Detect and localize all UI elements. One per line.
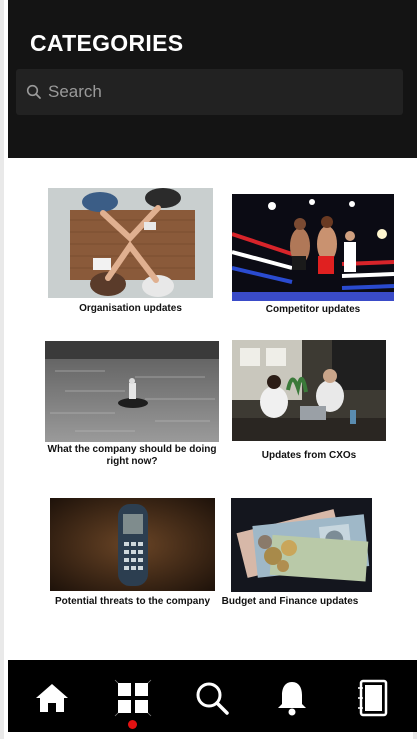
boat-on-river-image xyxy=(45,341,219,442)
category-label: Competitor updates xyxy=(265,304,361,315)
category-card-budget[interactable]: Budget and Finance updates xyxy=(222,498,390,622)
category-card-what-company[interactable]: What the company should be doing right n… xyxy=(45,341,219,471)
teamwork-hands-image xyxy=(48,188,213,298)
boxing-ring-image xyxy=(232,194,394,301)
banknotes-coins-image xyxy=(231,498,372,592)
categories-grid-icon[interactable] xyxy=(113,678,153,718)
search-input[interactable] xyxy=(48,69,388,115)
category-label: Potential threats to the company xyxy=(54,596,211,607)
category-label: Organisation updates xyxy=(79,303,182,314)
search-icon[interactable] xyxy=(192,678,232,718)
category-label: Updates from CXOs xyxy=(261,450,357,461)
category-card-threats[interactable]: Potential threats to the company xyxy=(46,498,219,622)
bell-icon[interactable] xyxy=(272,678,312,718)
header: CATEGORIES xyxy=(8,0,417,158)
category-label: What the company should be doing right n… xyxy=(47,444,217,467)
category-card-cxos[interactable]: Updates from CXOs xyxy=(232,340,386,464)
bottom-navigation xyxy=(8,660,417,732)
category-label: Budget and Finance updates xyxy=(221,596,359,607)
search-icon xyxy=(26,84,42,100)
home-icon[interactable] xyxy=(32,678,72,718)
office-meeting-image xyxy=(232,340,386,441)
category-card-organisation[interactable]: Organisation updates xyxy=(48,188,213,318)
phone-frame: CATEGORIES Search Organisation updates C… xyxy=(0,0,417,739)
page-title: CATEGORIES xyxy=(30,30,184,56)
categories-grid: Organisation updates Competitor updates … xyxy=(8,158,417,660)
search-bar[interactable] xyxy=(16,69,403,115)
category-card-competitor[interactable]: Competitor updates xyxy=(232,194,394,318)
old-mobile-phone-image xyxy=(50,498,215,591)
notebook-icon[interactable] xyxy=(353,678,393,718)
active-indicator-dot xyxy=(128,720,137,729)
